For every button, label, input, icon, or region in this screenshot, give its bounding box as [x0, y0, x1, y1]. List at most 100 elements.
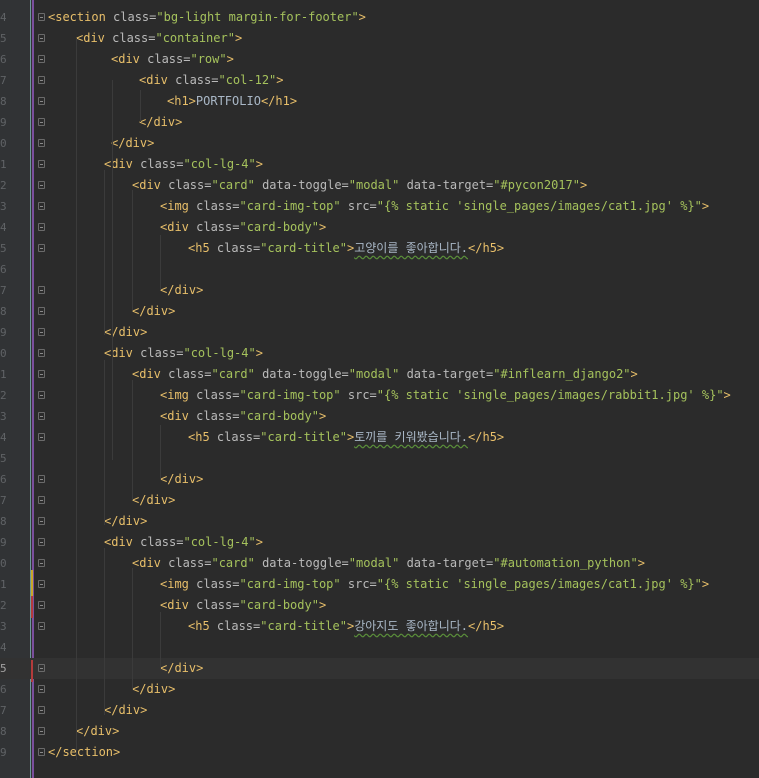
token-val: "modal": [348, 556, 400, 570]
code-text: </div>: [111, 133, 154, 154]
code-line[interactable]: 7 </div>: [0, 700, 759, 721]
fold-icon[interactable]: [38, 706, 45, 714]
fold-icon[interactable]: [38, 538, 45, 546]
fold-icon[interactable]: [38, 622, 45, 630]
code-line[interactable]: 4 <div class="card-body">: [0, 217, 759, 238]
code-line[interactable]: 3 <div class="card-body">: [0, 406, 759, 427]
token-tag: </div>: [160, 661, 204, 675]
line-number: 8: [0, 515, 6, 528]
fold-icon[interactable]: [38, 223, 45, 231]
line-number: 1: [0, 158, 6, 171]
fold-icon[interactable]: [38, 55, 45, 63]
indent-guide: [112, 80, 113, 460]
fold-icon[interactable]: [38, 391, 45, 399]
token-tag: >: [630, 367, 638, 381]
code-text: <div class="card-body">: [160, 406, 326, 427]
token-tag: >: [226, 52, 234, 66]
fold-icon[interactable]: [38, 748, 45, 756]
token-tag: <div: [104, 346, 133, 360]
code-line[interactable]: 2 <img class="card-img-top" src="{% stati…: [0, 385, 759, 406]
code-line[interactable]: 1 <div class="card" data-toggle="modal" d…: [0, 364, 759, 385]
code-line[interactable]: 7 </div>: [0, 490, 759, 511]
code-line[interactable]: 3 <img class="card-img-top" src="{% stati…: [0, 196, 759, 217]
token-attr: src=: [340, 577, 377, 591]
code-line[interactable]: 8 </div>: [0, 721, 759, 742]
fold-icon[interactable]: [38, 475, 45, 483]
fold-icon[interactable]: [38, 307, 45, 315]
code-line[interactable]: 0 <div class="card" data-toggle="modal" d…: [0, 553, 759, 574]
code-line[interactable]: 8 </div>: [0, 301, 759, 322]
fold-icon[interactable]: [38, 118, 45, 126]
fold-icon[interactable]: [38, 496, 45, 504]
code-line[interactable]: 5: [0, 448, 759, 469]
code-text: <div class="col-lg-4">: [104, 532, 263, 553]
code-line[interactable]: 9 </div>: [0, 112, 759, 133]
code-line[interactable]: 5 </div>: [0, 658, 759, 679]
fold-icon[interactable]: [38, 685, 45, 693]
token-val: "col-lg-4": [183, 157, 256, 171]
code-line[interactable]: 6 <div class="row">: [0, 49, 759, 70]
fold-icon[interactable]: [38, 34, 45, 42]
fold-icon[interactable]: [38, 328, 45, 336]
fold-icon[interactable]: [38, 181, 45, 189]
fold-icon[interactable]: [38, 244, 45, 252]
fold-icon[interactable]: [38, 286, 45, 294]
fold-icon[interactable]: [38, 664, 45, 672]
fold-icon[interactable]: [38, 559, 45, 567]
fold-icon[interactable]: [38, 727, 45, 735]
code-line[interactable]: 4 <h5 class="card-title">토끼를 키워봤습니다.</h5>: [0, 427, 759, 448]
code-line[interactable]: 1 <div class="col-lg-4">: [0, 154, 759, 175]
code-line[interactable]: 8 </div>: [0, 511, 759, 532]
fold-icon[interactable]: [38, 370, 45, 378]
fold-icon[interactable]: [38, 433, 45, 441]
fold-icon[interactable]: [38, 76, 45, 84]
code-line[interactable]: 5 <h5 class="card-title">고양이를 좋아합니다.</h5>: [0, 238, 759, 259]
code-line[interactable]: 0 <div class="col-lg-4">: [0, 343, 759, 364]
fold-icon[interactable]: [38, 97, 45, 105]
code-line[interactable]: 3 <h5 class="card-title">강아지도 좋아합니다.</h5>: [0, 616, 759, 637]
code-line[interactable]: 6 </div>: [0, 679, 759, 700]
token-tag: </div>: [132, 304, 176, 318]
code-line[interactable]: 9 </div>: [0, 322, 759, 343]
fold-icon[interactable]: [38, 349, 45, 357]
code-line[interactable]: 0 </div>: [0, 133, 759, 154]
vcs-change-marker: [31, 570, 33, 596]
code-editor[interactable]: 4 <section class="bg-light margin-for-foo…: [0, 0, 759, 778]
code-line[interactable]: 6: [0, 259, 759, 280]
token-tag: </div>: [132, 493, 176, 507]
indent-guide: [104, 548, 105, 715]
code-line[interactable]: 2 <div class="card-body">: [0, 595, 759, 616]
fold-icon[interactable]: [38, 13, 45, 21]
token-tag: <h1>: [167, 94, 196, 108]
fold-icon[interactable]: [38, 202, 45, 210]
fold-icon[interactable]: [38, 517, 45, 525]
fold-icon[interactable]: [38, 580, 45, 588]
code-line[interactable]: 6 </div>: [0, 469, 759, 490]
code-line[interactable]: 5 <div class="container">: [0, 28, 759, 49]
code-text: <div class="card" data-toggle="modal" da…: [132, 553, 645, 574]
code-line[interactable]: 4 <section class="bg-light margin-for-foo…: [0, 7, 759, 28]
fold-icon[interactable]: [38, 601, 45, 609]
fold-icon[interactable]: [38, 139, 45, 147]
token-tag: >: [255, 157, 263, 171]
code-line[interactable]: 9 </section>: [0, 742, 759, 763]
code-line[interactable]: 8 <h1>PORTFOLIO</h1>: [0, 91, 759, 112]
token-attr: class=: [188, 199, 240, 213]
fold-icon[interactable]: [38, 160, 45, 168]
token-val: "card-img-top": [239, 577, 341, 591]
code-line[interactable]: 7 </div>: [0, 280, 759, 301]
indent-guide: [140, 90, 141, 122]
code-line[interactable]: 9 <div class="col-lg-4">: [0, 532, 759, 553]
token-attr: class=: [167, 73, 219, 87]
code-line[interactable]: 4: [0, 637, 759, 658]
code-text: <h5 class="card-title">토끼를 키워봤습니다.</h5>: [188, 427, 504, 448]
code-line[interactable]: 1 <img class="card-img-top" src="{% stati…: [0, 574, 759, 595]
token-tag: <div: [132, 556, 161, 570]
code-line[interactable]: 2 <div class="card" data-toggle="modal" d…: [0, 175, 759, 196]
code-text: <div class="col-lg-4">: [104, 343, 263, 364]
fold-icon[interactable]: [38, 412, 45, 420]
code-text: </div>: [132, 301, 175, 322]
token-attr: data-target=: [399, 556, 494, 570]
token-tag: >: [255, 346, 263, 360]
code-line[interactable]: 7 <div class="col-12">: [0, 70, 759, 91]
